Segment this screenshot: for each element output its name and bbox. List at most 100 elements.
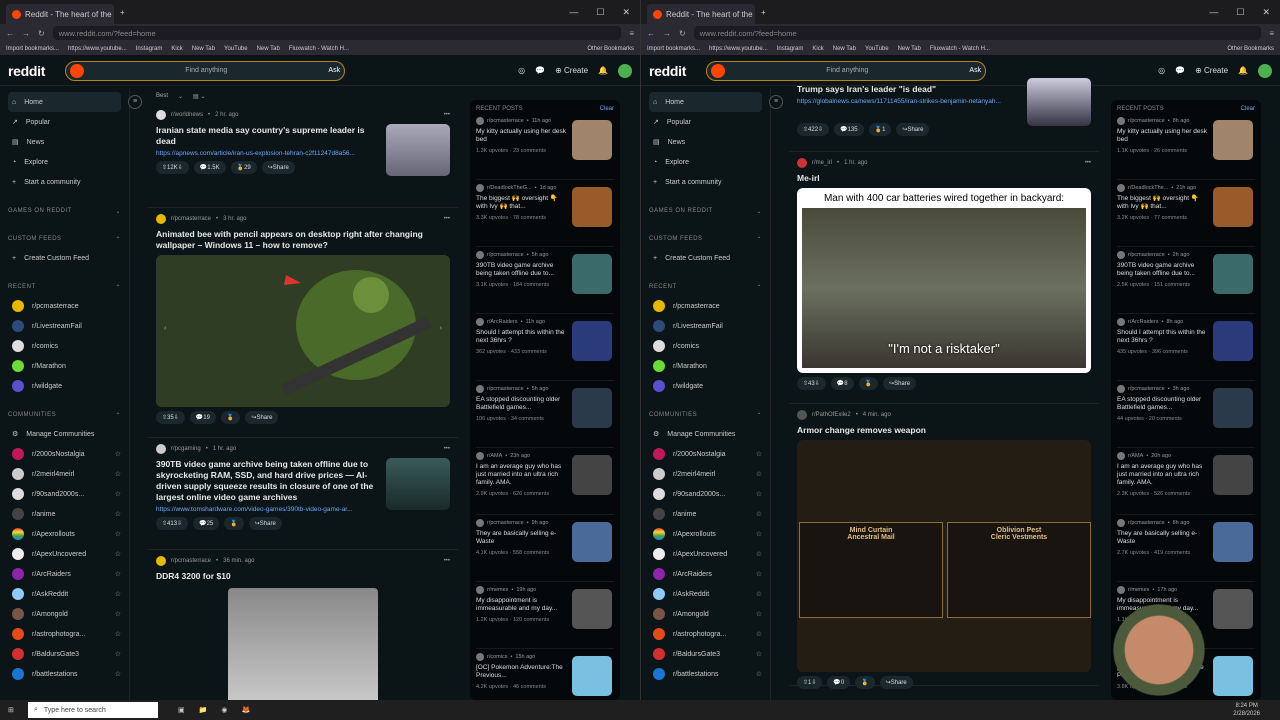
star-icon[interactable]: ☆ xyxy=(115,510,121,518)
recent-post-title[interactable]: My kitty actually using her desk bed xyxy=(476,128,568,144)
recent-post-title[interactable]: My disappointment is immeasurable and my… xyxy=(476,597,568,613)
recent-post-title[interactable]: 390TB video game archive being taken off… xyxy=(476,262,568,278)
recent-post-title[interactable]: My kitty actually using her desk bed xyxy=(1117,128,1209,144)
post-thumbnail[interactable] xyxy=(386,458,450,510)
nav-news[interactable]: ▤ News xyxy=(8,132,121,152)
recent-post-item[interactable]: r/DeadlockTheG... • 1d ago The biggest 🙌 ov… xyxy=(476,183,614,247)
nav-news[interactable]: ▤ News xyxy=(649,132,762,152)
post-title[interactable]: 390TB video game archive being taken off… xyxy=(156,459,381,503)
comment-button[interactable]: 💬 135 xyxy=(834,123,864,136)
ask-button[interactable]: Ask xyxy=(328,67,340,74)
view-icon[interactable]: ▤ ⌄ xyxy=(193,93,205,100)
system-clock[interactable]: 8:24 PM 2/28/2026 xyxy=(1233,702,1280,718)
community-item[interactable]: r/astrophotogra... ☆ xyxy=(649,624,762,644)
carousel-next-icon[interactable]: › xyxy=(440,325,442,332)
ads-icon[interactable]: ◎ xyxy=(1158,66,1165,75)
vote-button[interactable]: ⇧ 413 ⇩ xyxy=(156,517,189,530)
ask-button[interactable]: Ask xyxy=(969,67,981,74)
nav-start-community[interactable]: + Start a community xyxy=(8,172,121,192)
clear-button[interactable]: Clear xyxy=(1241,106,1255,112)
community-item[interactable]: r/90sand2000s... ☆ xyxy=(649,484,762,504)
award-button[interactable]: 🏅 1 xyxy=(868,123,892,136)
nav-start-community[interactable]: + Start a community xyxy=(649,172,762,192)
recent-item[interactable]: r/comics xyxy=(8,336,121,356)
post-image[interactable]: ‹ › xyxy=(156,255,450,407)
recent-post-title[interactable]: [OC] Pokemon Adventure:The Previous... xyxy=(476,664,568,680)
recent-item[interactable]: r/Marathon xyxy=(649,356,762,376)
close-window-icon[interactable]: ✕ xyxy=(1262,7,1270,18)
star-icon[interactable]: ☆ xyxy=(115,550,121,558)
post-thumbnail[interactable] xyxy=(386,124,450,176)
post-subreddit[interactable]: r/pcmasterrace xyxy=(171,216,211,222)
community-item[interactable]: r/Amongold ☆ xyxy=(8,604,121,624)
bookmark[interactable]: YouTube xyxy=(224,46,248,52)
section-communities[interactable]: COMMUNITIES ⌃ xyxy=(8,406,121,424)
search-input[interactable]: Find anything Ask xyxy=(706,60,987,81)
manage-communities[interactable]: ⚙ Manage Communities xyxy=(649,424,762,444)
comment-button[interactable]: 💬 19 xyxy=(189,411,216,424)
bookmark[interactable]: https://www.youtube... xyxy=(68,46,127,52)
other-bookmarks[interactable]: Other Bookmarks xyxy=(1227,46,1274,52)
post-card[interactable]: r/worldnews • 2 hr. ago ••• Iranian state m… xyxy=(148,104,458,208)
bookmark[interactable]: Instagram xyxy=(777,46,804,52)
vote-button[interactable]: ⇧ 43 ⇩ xyxy=(797,377,826,390)
star-icon[interactable]: ☆ xyxy=(756,570,762,578)
reload-icon[interactable]: ↻ xyxy=(679,29,686,38)
star-icon[interactable]: ☆ xyxy=(115,570,121,578)
recent-post-item[interactable]: r/pcmasterrace • 8h ago My kitty actually u… xyxy=(1117,116,1255,180)
post-subreddit[interactable]: r/me_irl xyxy=(812,160,832,166)
create-button[interactable]: ⊕ Create xyxy=(555,66,588,75)
post-card[interactable]: Trump says Iran's leader "is dead" https… xyxy=(789,78,1099,152)
recent-item[interactable]: r/Marathon xyxy=(8,356,121,376)
minimize-icon[interactable]: — xyxy=(1209,7,1218,18)
more-icon[interactable]: ••• xyxy=(444,112,450,118)
forward-icon[interactable]: → xyxy=(663,29,671,38)
community-item[interactable]: r/BaldursGate3 ☆ xyxy=(8,644,121,664)
post-subreddit[interactable]: r/pcgaming xyxy=(171,446,201,452)
share-button[interactable]: ↪ Share xyxy=(245,411,279,424)
recent-post-title[interactable]: They are basically selling e-Waste xyxy=(1117,530,1209,546)
more-icon[interactable]: ••• xyxy=(444,446,450,452)
file-explorer-icon[interactable]: 📁 xyxy=(199,706,208,714)
vote-button[interactable]: ⇧ 422 ⇩ xyxy=(797,123,830,136)
notification-icon[interactable]: 🔔 xyxy=(1238,66,1248,75)
recent-post-thumbnail[interactable] xyxy=(572,589,612,629)
community-item[interactable]: r/Apexrollouts ☆ xyxy=(649,524,762,544)
menu-icon[interactable]: ≡ xyxy=(629,29,634,38)
nav-popular[interactable]: ↗ Popular xyxy=(8,112,121,132)
new-tab-icon[interactable]: + xyxy=(120,8,125,17)
recent-post-thumbnail[interactable] xyxy=(572,455,612,495)
recent-post-item[interactable]: r/DeadlockThe... • 21h ago The biggest 🙌 ov… xyxy=(1117,183,1255,247)
address-field[interactable]: www.reddit.com/?feed=home xyxy=(52,26,622,40)
star-icon[interactable]: ☆ xyxy=(756,470,762,478)
vote-button[interactable]: ⇧ 1 ⇩ xyxy=(797,676,823,689)
star-icon[interactable]: ☆ xyxy=(115,670,121,678)
recent-item[interactable]: r/LivestreamFail xyxy=(8,316,121,336)
section-feeds[interactable]: CUSTOM FEEDS ⌃ xyxy=(8,230,121,248)
post-card[interactable]: r/pcgaming • 1 hr. ago ••• 390TB video game… xyxy=(148,438,458,550)
nav-explore[interactable]: ◔ Explore xyxy=(649,152,762,172)
award-button[interactable]: 🏅 xyxy=(224,517,244,530)
community-item[interactable]: r/anime ☆ xyxy=(8,504,121,524)
avatar[interactable] xyxy=(618,63,632,78)
section-recent[interactable]: RECENT ⌃ xyxy=(649,278,762,296)
share-button[interactable]: ↪ Share xyxy=(248,517,282,530)
community-item[interactable]: r/ArcRaiders ☆ xyxy=(649,564,762,584)
vote-button[interactable]: ⇧ 35 ⇩ xyxy=(156,411,185,424)
star-icon[interactable]: ☆ xyxy=(756,550,762,558)
back-icon[interactable]: ← xyxy=(6,29,14,38)
minimize-icon[interactable]: — xyxy=(569,7,578,18)
recent-post-item[interactable]: r/pcmasterrace • 9h ago They are basically … xyxy=(476,518,614,582)
more-icon[interactable]: ••• xyxy=(444,216,450,222)
post-card[interactable]: r/PathOfExile2 • 4 min. ago Armor change r… xyxy=(789,404,1099,689)
game-screenshot[interactable]: Mind Curtain Ancestral Mail Oblivion Pest… xyxy=(797,440,1091,672)
avatar[interactable] xyxy=(1258,63,1272,78)
community-item[interactable]: r/battlestations ☆ xyxy=(8,664,121,684)
recent-post-thumbnail[interactable] xyxy=(1213,187,1253,227)
community-item[interactable]: r/2000sNostalgia ☆ xyxy=(649,444,762,464)
maximize-icon[interactable]: ☐ xyxy=(1236,7,1244,18)
chat-icon[interactable]: 💬 xyxy=(1175,66,1185,75)
bookmark[interactable]: YouTube xyxy=(865,46,889,52)
recent-post-item[interactable]: r/pcmasterrace • 3h ago EA stopped discount… xyxy=(1117,384,1255,448)
recent-item[interactable]: r/wildgate xyxy=(8,376,121,396)
